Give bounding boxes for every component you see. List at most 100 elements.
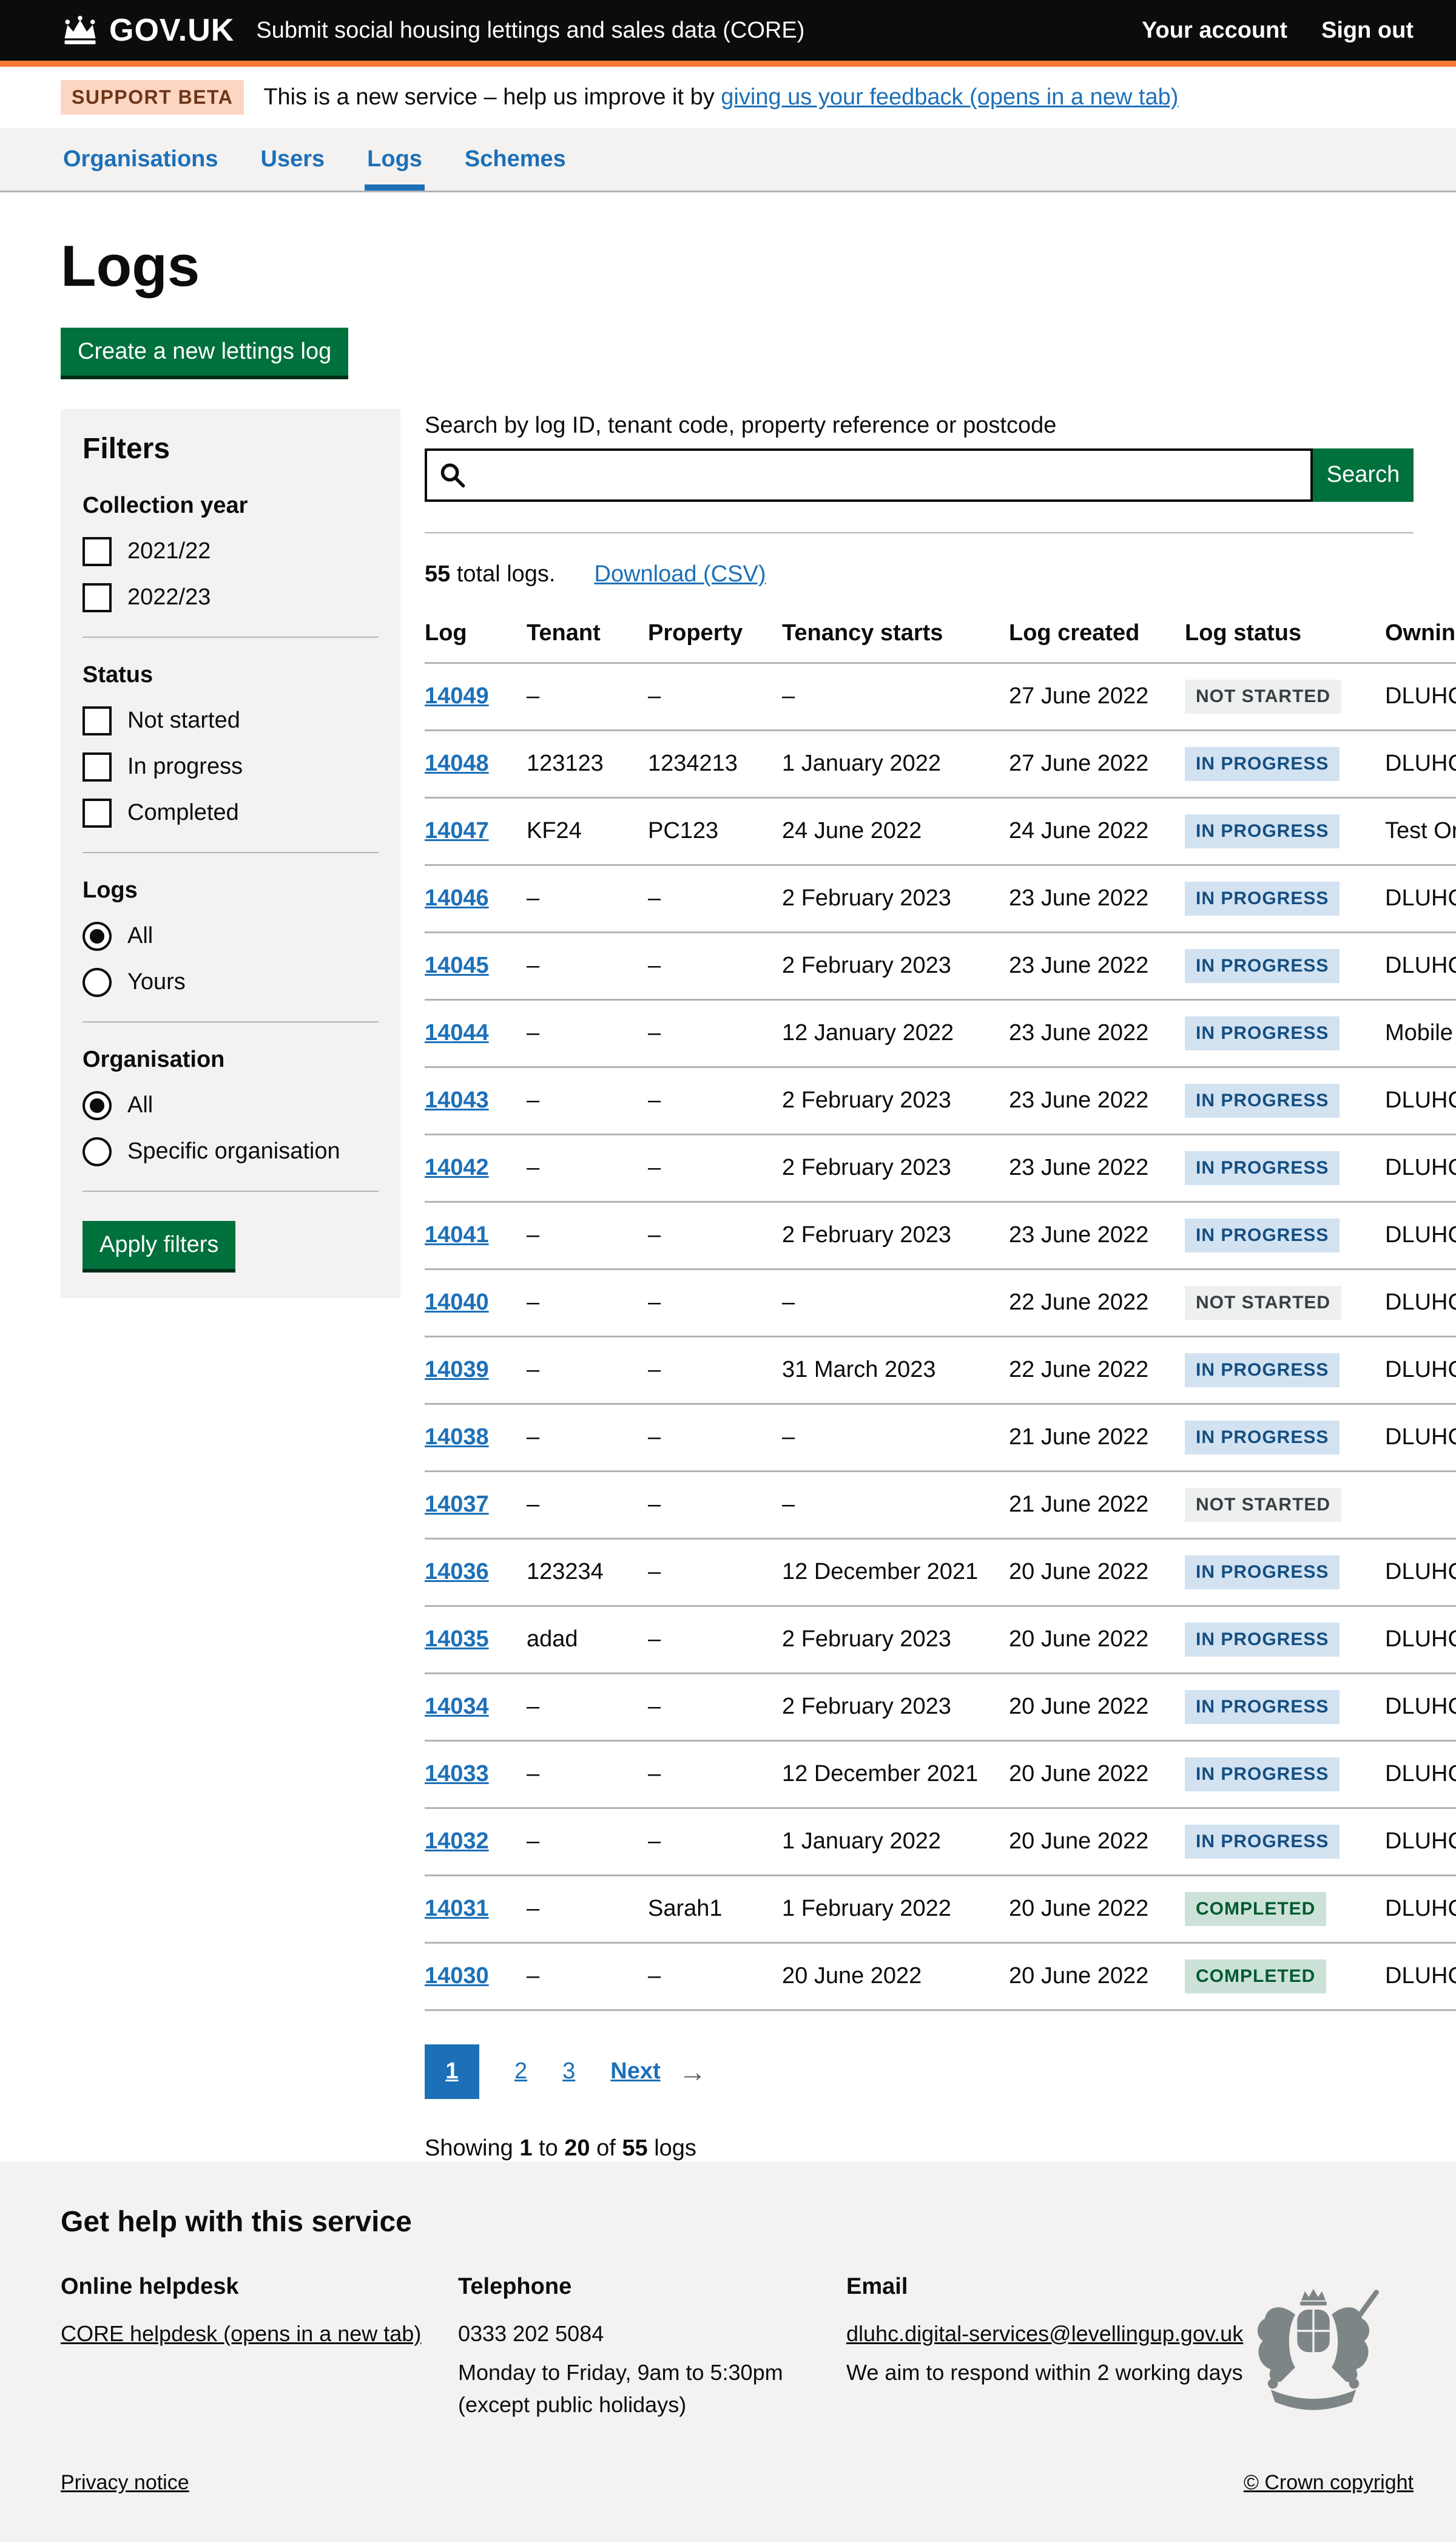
cell-status: IN PROGRESS bbox=[1185, 999, 1385, 1067]
cell-log: 14041 bbox=[425, 1202, 527, 1269]
radio-logs-yours[interactable] bbox=[83, 968, 112, 997]
page: GOV.UK Submit social housing lettings an… bbox=[0, 0, 1456, 2542]
log-link[interactable]: 14041 bbox=[425, 1222, 489, 1248]
log-link[interactable]: 14030 bbox=[425, 1963, 489, 1989]
cell-property: – bbox=[648, 999, 782, 1067]
log-link[interactable]: 14039 bbox=[425, 1357, 489, 1382]
log-link[interactable]: 14033 bbox=[425, 1761, 489, 1786]
status-badge: IN PROGRESS bbox=[1185, 1623, 1340, 1657]
pagination-page-2[interactable]: 2 bbox=[514, 2058, 527, 2084]
feedback-link[interactable]: giving us your feedback (opens in a new … bbox=[721, 84, 1178, 110]
filter-option-label: All bbox=[127, 923, 153, 949]
cell-tenant: 123123 bbox=[527, 730, 648, 797]
privacy-notice-link[interactable]: Privacy notice bbox=[61, 2471, 189, 2495]
sign-out-link[interactable]: Sign out bbox=[1321, 18, 1414, 44]
crown-copyright-link[interactable]: © Crown copyright bbox=[1244, 2471, 1414, 2495]
cell-tenant: – bbox=[527, 1942, 648, 2010]
log-link[interactable]: 14035 bbox=[425, 1626, 489, 1652]
log-link[interactable]: 14048 bbox=[425, 751, 489, 776]
pagination-page-3[interactable]: 3 bbox=[562, 2058, 575, 2084]
tab-logs[interactable]: Logs bbox=[365, 128, 425, 191]
column-header-tenancy-starts: Tenancy starts bbox=[782, 604, 1009, 663]
table-row: 14037–––21 June 2022NOT STARTED bbox=[425, 1471, 1456, 1538]
cell-property: – bbox=[648, 1808, 782, 1875]
log-link[interactable]: 14046 bbox=[425, 885, 489, 911]
log-link[interactable]: 14042 bbox=[425, 1155, 489, 1180]
footer: Get help with this service Online helpde… bbox=[0, 2162, 1456, 2542]
log-link[interactable]: 14034 bbox=[425, 1694, 489, 1719]
footer-title: Get help with this service bbox=[61, 2205, 1414, 2239]
cell-property: – bbox=[648, 1404, 782, 1471]
govuk-logotype[interactable]: GOV.UK bbox=[109, 12, 234, 49]
showing-to: 20 bbox=[564, 2135, 590, 2161]
cell-tenant: – bbox=[527, 999, 648, 1067]
log-link[interactable]: 14032 bbox=[425, 1828, 489, 1854]
log-link[interactable]: 14037 bbox=[425, 1492, 489, 1517]
email-link[interactable]: dluhc.digital-services@levellingup.gov.u… bbox=[846, 2321, 1243, 2346]
cell-tenant: – bbox=[527, 1740, 648, 1808]
cell-tenancy_starts: 2 February 2023 bbox=[782, 1673, 1009, 1740]
cell-tenancy_starts: 2 February 2023 bbox=[782, 1606, 1009, 1673]
cell-status: IN PROGRESS bbox=[1185, 1067, 1385, 1134]
search-input[interactable] bbox=[425, 448, 1313, 502]
cell-property: – bbox=[648, 1202, 782, 1269]
log-link[interactable]: 14043 bbox=[425, 1087, 489, 1113]
radio-organisation-specific-organisation[interactable] bbox=[83, 1137, 112, 1166]
cell-log: 14037 bbox=[425, 1471, 527, 1538]
cell-log: 14048 bbox=[425, 730, 527, 797]
govuk-header: GOV.UK Submit social housing lettings an… bbox=[0, 0, 1456, 67]
core-helpdesk-link[interactable]: CORE helpdesk (opens in a new tab) bbox=[61, 2321, 421, 2346]
service-name[interactable]: Submit social housing lettings and sales… bbox=[256, 18, 804, 44]
log-link[interactable]: 14036 bbox=[425, 1559, 489, 1584]
cell-property: – bbox=[648, 1740, 782, 1808]
log-link[interactable]: 14049 bbox=[425, 683, 489, 709]
apply-filters-button[interactable]: Apply filters bbox=[83, 1221, 235, 1269]
cell-owning: DLUHC Tes bbox=[1385, 1067, 1456, 1134]
cell-tenant: – bbox=[527, 1875, 648, 1942]
filter-option: Specific organisation bbox=[83, 1137, 379, 1166]
tab-users[interactable]: Users bbox=[258, 128, 328, 191]
status-badge: IN PROGRESS bbox=[1185, 1690, 1340, 1724]
download-csv-link[interactable]: Download (CSV) bbox=[595, 561, 766, 587]
status-badge: IN PROGRESS bbox=[1185, 949, 1340, 983]
cell-status: IN PROGRESS bbox=[1185, 1808, 1385, 1875]
checkbox-status-in-progress[interactable] bbox=[83, 752, 112, 782]
content-columns: Filters Collection year2021/222022/23Sta… bbox=[61, 409, 1414, 2162]
cell-tenancy_starts: 2 February 2023 bbox=[782, 1202, 1009, 1269]
status-badge: NOT STARTED bbox=[1185, 680, 1341, 714]
cell-status: IN PROGRESS bbox=[1185, 932, 1385, 999]
log-link[interactable]: 14031 bbox=[425, 1896, 489, 1921]
log-link[interactable]: 14040 bbox=[425, 1290, 489, 1315]
log-link[interactable]: 14038 bbox=[425, 1424, 489, 1450]
search-label: Search by log ID, tenant code, property … bbox=[425, 413, 1414, 439]
cell-property: – bbox=[648, 1134, 782, 1202]
cell-owning bbox=[1385, 1471, 1456, 1538]
cell-owning: Mobile Hou bbox=[1385, 999, 1456, 1067]
log-link[interactable]: 14045 bbox=[425, 953, 489, 978]
log-link[interactable]: 14044 bbox=[425, 1020, 489, 1046]
pagination-current-page[interactable]: 1 bbox=[425, 2044, 479, 2099]
pagination-next-link[interactable]: Next bbox=[610, 2058, 660, 2084]
your-account-link[interactable]: Your account bbox=[1142, 18, 1287, 44]
cell-tenant: – bbox=[527, 1202, 648, 1269]
create-lettings-log-button[interactable]: Create a new lettings log bbox=[61, 328, 348, 376]
radio-organisation-all[interactable] bbox=[83, 1091, 112, 1120]
log-link[interactable]: 14047 bbox=[425, 818, 489, 843]
checkbox-status-completed[interactable] bbox=[83, 799, 112, 828]
search-button[interactable]: Search bbox=[1313, 448, 1414, 502]
royal-coat-of-arms bbox=[1242, 2284, 1384, 2421]
checkbox-collection-year-2021-22[interactable] bbox=[83, 537, 112, 566]
checkbox-status-not-started[interactable] bbox=[83, 706, 112, 735]
filter-option-label: Specific organisation bbox=[127, 1138, 340, 1165]
phase-banner-message: This is a new service – help us improve … bbox=[263, 84, 721, 110]
checkbox-collection-year-2022-23[interactable] bbox=[83, 583, 112, 612]
cell-status: COMPLETED bbox=[1185, 1942, 1385, 2010]
tab-organisations[interactable]: Organisations bbox=[61, 128, 221, 191]
cell-owning: DLUHC Tes bbox=[1385, 1875, 1456, 1942]
table-row: 14044––12 January 202223 June 2022IN PRO… bbox=[425, 999, 1456, 1067]
cell-property: – bbox=[648, 1673, 782, 1740]
tab-schemes[interactable]: Schemes bbox=[462, 128, 568, 191]
cell-status: IN PROGRESS bbox=[1185, 1538, 1385, 1606]
filter-option: Completed bbox=[83, 799, 379, 828]
radio-logs-all[interactable] bbox=[83, 922, 112, 951]
